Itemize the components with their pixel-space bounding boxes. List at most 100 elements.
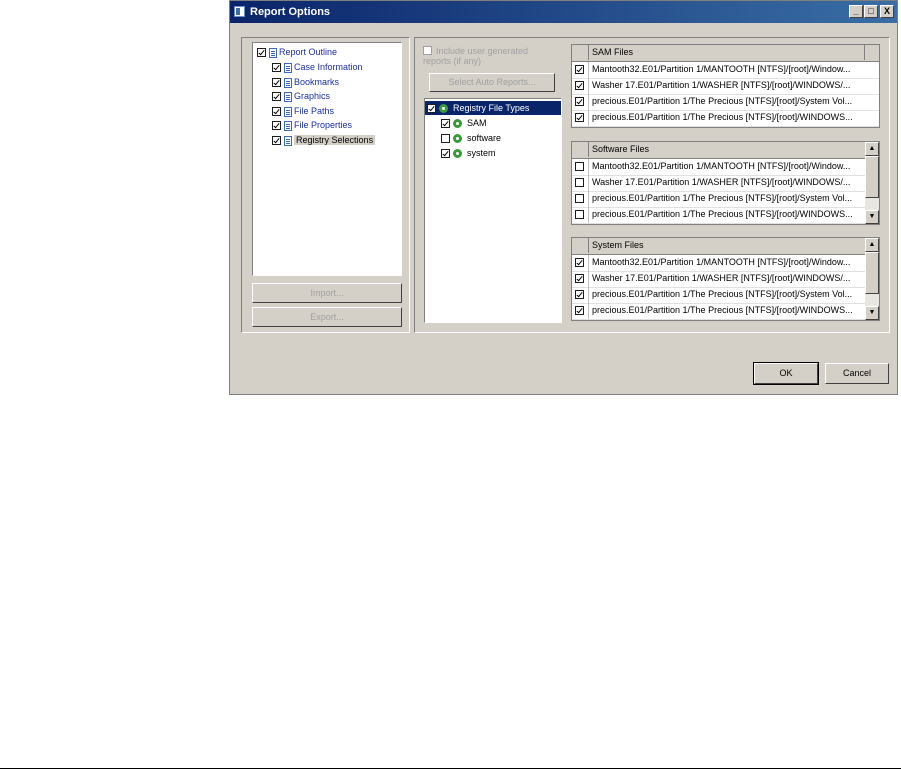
row-checkbox[interactable] [575, 258, 584, 267]
checkbox[interactable] [272, 136, 281, 146]
grid-header-title: System Files [592, 240, 644, 250]
tree-item-label: Graphics [294, 91, 331, 101]
table-row[interactable]: precious.E01/Partition 1/The Precious [N… [572, 207, 865, 224]
tree-item-bookmarks[interactable]: Bookmarks [272, 75, 339, 89]
checkbox[interactable] [441, 134, 450, 144]
registry-icon [452, 118, 465, 129]
checkbox[interactable] [272, 92, 281, 102]
export-button[interactable]: Export... [252, 307, 402, 327]
row-checkbox[interactable] [575, 306, 584, 315]
file-path: Washer 17.E01/Partition 1/WASHER [NTFS]/… [592, 177, 851, 187]
sam-files-grid: SAM Files Mantooth32.E01/Partition 1/MAN… [571, 44, 880, 128]
include-user-reports-checkbox[interactable] [423, 46, 432, 55]
file-path: precious.E01/Partition 1/The Precious [N… [592, 289, 853, 299]
row-checkbox[interactable] [575, 290, 584, 299]
tree-item-graphics[interactable]: Graphics [272, 89, 330, 103]
checkbox[interactable] [441, 149, 450, 159]
row-checkbox[interactable] [575, 210, 584, 219]
outline-tree: Report Outline Case Information Bookmark… [252, 42, 402, 276]
window-title: Report Options [250, 6, 331, 18]
checkbox[interactable] [441, 119, 450, 129]
table-row[interactable]: precious.E01/Partition 1/The Precious [N… [572, 303, 865, 320]
file-path: precious.E01/Partition 1/The Precious [N… [592, 112, 853, 122]
table-row[interactable]: precious.E01/Partition 1/The Precious [N… [572, 110, 879, 127]
tree-item-software[interactable]: software [441, 131, 501, 145]
vertical-scrollbar[interactable]: ▲ ▼ [865, 142, 879, 224]
table-row[interactable]: Washer 17.E01/Partition 1/WASHER [NTFS]/… [572, 78, 879, 95]
minimize-button[interactable]: _ [849, 5, 863, 18]
row-checkbox[interactable] [575, 113, 584, 122]
tree-item-system[interactable]: system [441, 146, 496, 160]
registry-tree: Registry File Types SAM software system [424, 98, 562, 323]
tree-item-label: software [467, 133, 502, 143]
scroll-down-icon[interactable]: ▼ [865, 210, 879, 224]
file-path: precious.E01/Partition 1/The Precious [N… [592, 209, 853, 219]
table-row[interactable]: Mantooth32.E01/Partition 1/MANTOOTH [NTF… [572, 62, 879, 79]
report-options-dialog: Report Options _ □ X Report Outline Case… [229, 0, 898, 395]
include-user-reports-label: Include user generated reports (if any) [423, 46, 529, 66]
file-path: Washer 17.E01/Partition 1/WASHER [NTFS]/… [592, 80, 851, 90]
table-row[interactable]: Mantooth32.E01/Partition 1/MANTOOTH [NTF… [572, 159, 865, 176]
table-row[interactable]: Washer 17.E01/Partition 1/WASHER [NTFS]/… [572, 175, 865, 192]
registry-icon [452, 133, 465, 144]
checkbox[interactable] [272, 107, 281, 117]
grid-header: System Files [572, 238, 865, 255]
document-icon [283, 62, 292, 73]
include-user-reports-option[interactable]: Include user generated reports (if any) [423, 46, 553, 66]
document-icon [283, 77, 292, 88]
row-checkbox[interactable] [575, 81, 584, 90]
maximize-button[interactable]: □ [864, 5, 878, 18]
table-row[interactable]: precious.E01/Partition 1/The Precious [N… [572, 94, 879, 111]
file-path: Mantooth32.E01/Partition 1/MANTOOTH [NTF… [592, 161, 851, 171]
tree-item-registry-selections[interactable]: Registry Selections [272, 133, 376, 147]
row-checkbox[interactable] [575, 194, 584, 203]
tree-item-registry-file-types[interactable]: Registry File Types [425, 101, 561, 115]
tree-item-sam[interactable]: SAM [441, 116, 487, 130]
cancel-button[interactable]: Cancel [825, 363, 889, 384]
table-row[interactable]: precious.E01/Partition 1/The Precious [N… [572, 287, 865, 304]
outline-group: Report Outline Case Information Bookmark… [241, 37, 410, 333]
table-row[interactable]: Mantooth32.E01/Partition 1/MANTOOTH [NTF… [572, 255, 865, 272]
tree-item-file-paths[interactable]: File Paths [272, 104, 334, 118]
file-path: precious.E01/Partition 1/The Precious [N… [592, 305, 853, 315]
window-icon [234, 6, 245, 17]
select-auto-reports-button[interactable]: Select Auto Reports... [429, 73, 555, 92]
checkbox[interactable] [272, 121, 281, 131]
tree-item-report-outline[interactable]: Report Outline [257, 45, 337, 59]
file-path: precious.E01/Partition 1/The Precious [N… [592, 96, 853, 106]
tree-item-label: Report Outline [279, 47, 338, 57]
scroll-up-icon[interactable]: ▲ [865, 142, 879, 156]
tree-item-label: Registry File Types [453, 103, 530, 113]
row-checkbox[interactable] [575, 178, 584, 187]
grid-header: SAM Files [572, 45, 879, 62]
document-icon [268, 47, 277, 58]
row-checkbox[interactable] [575, 65, 584, 74]
tree-item-label: Case Information [294, 62, 363, 72]
checkbox[interactable] [272, 63, 281, 73]
tree-item-case-information[interactable]: Case Information [272, 60, 363, 74]
software-files-grid: Software Files Mantooth32.E01/Partition … [571, 141, 880, 225]
scroll-up-icon[interactable]: ▲ [865, 238, 879, 252]
tree-item-file-properties[interactable]: File Properties [272, 118, 352, 132]
scroll-thumb[interactable] [865, 156, 879, 198]
scroll-down-icon[interactable]: ▼ [865, 306, 879, 320]
checkbox[interactable] [427, 104, 436, 114]
table-row[interactable]: Washer 17.E01/Partition 1/WASHER [NTFS]/… [572, 271, 865, 288]
row-checkbox[interactable] [575, 274, 584, 283]
scroll-thumb[interactable] [865, 252, 879, 294]
file-path: Mantooth32.E01/Partition 1/MANTOOTH [NTF… [592, 64, 851, 74]
vertical-scrollbar[interactable]: ▲ ▼ [865, 238, 879, 320]
tree-item-label: SAM [467, 118, 487, 128]
title-bar[interactable]: Report Options _ □ X [230, 1, 897, 23]
document-icon [283, 135, 292, 146]
close-button[interactable]: X [880, 5, 894, 18]
ok-button[interactable]: OK [753, 362, 819, 385]
row-checkbox[interactable] [575, 97, 584, 106]
row-checkbox[interactable] [575, 162, 584, 171]
tree-item-label: File Paths [294, 106, 335, 116]
table-row[interactable]: precious.E01/Partition 1/The Precious [N… [572, 191, 865, 208]
import-button[interactable]: Import... [252, 283, 402, 303]
options-group: Include user generated reports (if any) … [414, 37, 890, 333]
checkbox[interactable] [272, 78, 281, 88]
checkbox[interactable] [257, 48, 266, 58]
